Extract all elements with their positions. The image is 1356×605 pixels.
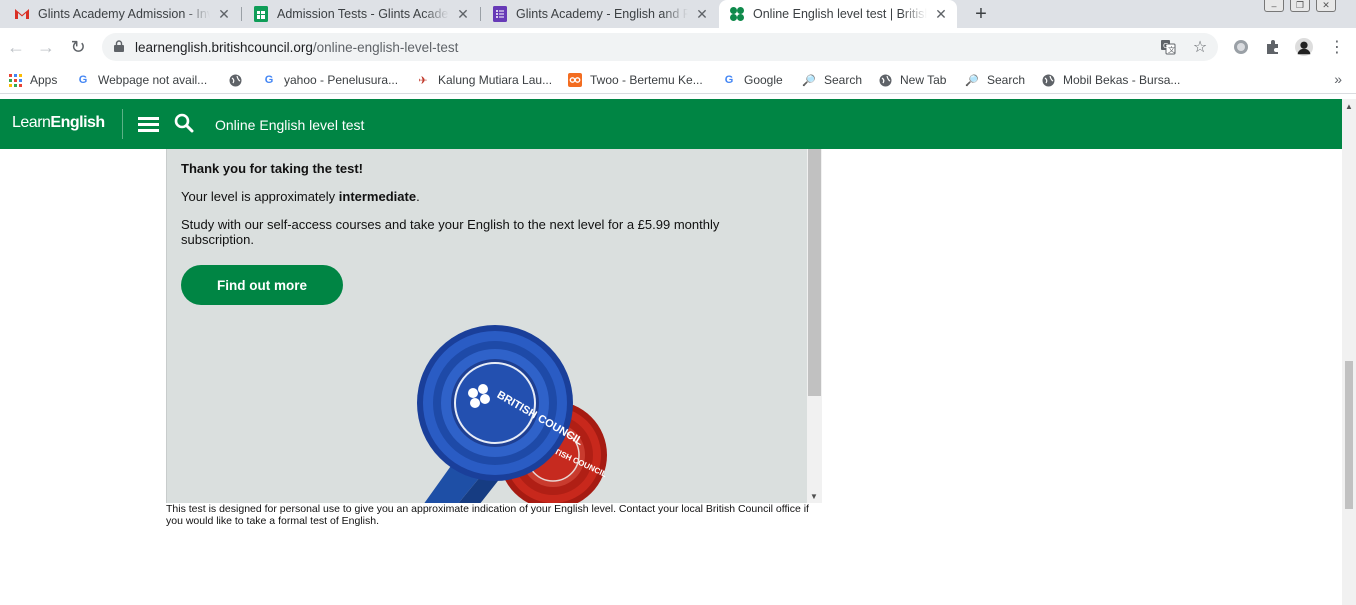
minimize-button[interactable]: – xyxy=(1264,0,1284,12)
quiz-result-frame: Thank you for taking the test! Your leve… xyxy=(166,149,822,503)
forms-icon xyxy=(492,6,508,22)
tab-title: Glints Academy - English and Per xyxy=(516,7,688,21)
tab-gmail[interactable]: Glints Academy Admission - Invit ✕ xyxy=(4,0,240,28)
rosette-image: BRITISH COUNCIL BRITISH COUNCIL xyxy=(417,325,608,503)
result-heading: Thank you for taking the test! xyxy=(181,161,364,176)
window-controls: – ❐ ✕ xyxy=(1264,0,1336,14)
browser-toolbar: ← → ↻ learnenglish.britishcouncil.org/on… xyxy=(0,28,1356,66)
svg-text:文: 文 xyxy=(1168,45,1175,54)
google-icon: G xyxy=(78,74,88,86)
level-value: intermediate xyxy=(338,189,417,204)
window-close-button[interactable]: ✕ xyxy=(1316,0,1336,12)
maximize-button[interactable]: ❐ xyxy=(1290,0,1310,12)
site-logo[interactable]: LearnEnglish xyxy=(12,114,105,132)
bookmark-google[interactable]: G Google xyxy=(722,71,783,89)
frame-scrollbar-thumb[interactable] xyxy=(808,149,821,396)
extension-globe-icon[interactable] xyxy=(1232,38,1250,56)
search-icon[interactable] xyxy=(174,113,194,133)
google-icon: G xyxy=(264,74,274,86)
close-icon[interactable]: ✕ xyxy=(455,6,471,22)
page-scrollbar[interactable]: ▲ xyxy=(1342,99,1356,605)
tab-title: Online English level test | British C xyxy=(753,7,927,21)
kebab-menu-icon[interactable]: ⋮ xyxy=(1328,38,1346,56)
page-viewport: LearnEnglish Online English level test T… xyxy=(0,99,1342,605)
disclaimer-text: This test is designed for personal use t… xyxy=(166,503,809,527)
tab-forms[interactable]: Glints Academy - English and Per ✕ xyxy=(482,0,718,28)
bookmark-new-tab[interactable]: New Tab xyxy=(878,71,946,89)
bookmark-search-2[interactable]: 🔎 Search xyxy=(965,71,1025,89)
back-icon[interactable]: ← xyxy=(6,37,26,57)
close-icon[interactable]: ✕ xyxy=(216,6,232,22)
bookmark-webpage-not-available[interactable]: G Webpage not avail... xyxy=(76,71,207,89)
new-tab-button[interactable]: + xyxy=(970,3,992,25)
apps-grid-icon xyxy=(8,73,22,87)
tab-title: Admission Tests - Glints Academy xyxy=(277,7,449,21)
google-icon: G xyxy=(724,74,734,86)
sheets-icon xyxy=(253,6,269,22)
translate-icon[interactable]: G文 xyxy=(1160,39,1176,55)
study-text: Study with our self-access courses and t… xyxy=(181,217,720,247)
close-icon[interactable]: ✕ xyxy=(694,6,710,22)
close-icon[interactable]: ✕ xyxy=(933,6,949,22)
page-scrollbar-thumb[interactable] xyxy=(1345,361,1353,509)
globe-icon xyxy=(228,73,242,87)
page-title: Online English level test xyxy=(215,117,365,133)
bookmark-twoo[interactable]: Twoo - Bertemu Ke... xyxy=(568,71,703,89)
twoo-icon xyxy=(568,73,582,87)
forward-icon[interactable]: → xyxy=(36,37,56,57)
frame-scrollbar[interactable]: ▼ xyxy=(807,149,822,503)
gmail-icon xyxy=(14,6,30,22)
globe-icon xyxy=(1041,73,1055,87)
url-text: learnenglish.britishcouncil.org/online-e… xyxy=(135,40,459,55)
hamburger-menu-icon[interactable] xyxy=(138,117,159,133)
tab-learnenglish[interactable]: Online English level test | British C ✕ xyxy=(719,0,957,28)
level-text: Your level is approximately intermediate… xyxy=(181,189,420,204)
find-out-more-button[interactable]: Find out more xyxy=(181,265,343,305)
avatar[interactable] xyxy=(1295,38,1313,56)
extensions-puzzle-icon[interactable] xyxy=(1264,38,1282,56)
learnenglish-icon xyxy=(729,6,745,22)
bookmark-kalung-mutiara[interactable]: ✈ Kalung Mutiara Lau... xyxy=(416,71,552,89)
tab-sheets[interactable]: Admission Tests - Glints Academy ✕ xyxy=(243,0,479,28)
bookmark-mobil-bekas[interactable]: Mobil Bekas - Bursa... xyxy=(1041,71,1180,89)
reload-icon[interactable]: ↻ xyxy=(68,37,88,57)
tab-title: Glints Academy Admission - Invit xyxy=(38,7,210,21)
pin-icon: ✈ xyxy=(418,74,428,87)
search-icon: 🔎 xyxy=(965,74,979,87)
bookmarks-bar: Apps G Webpage not avail... G yahoo - Pe… xyxy=(0,66,1356,94)
scroll-up-arrow-icon[interactable]: ▲ xyxy=(1345,102,1353,111)
site-header: LearnEnglish Online English level test xyxy=(0,99,1342,149)
tab-strip: Glints Academy Admission - Invit ✕ Admis… xyxy=(0,0,1356,28)
bookmark-search-1[interactable]: 🔎 Search xyxy=(802,71,862,89)
more-bookmarks-icon[interactable]: » xyxy=(1334,71,1342,87)
header-divider xyxy=(122,109,123,139)
bookmark-apps[interactable]: Apps xyxy=(8,71,57,89)
star-icon[interactable]: ☆ xyxy=(1192,39,1208,56)
search-icon: 🔎 xyxy=(802,74,816,87)
address-bar[interactable]: learnenglish.britishcouncil.org/online-e… xyxy=(102,33,1218,61)
bookmark-globe[interactable] xyxy=(228,71,250,89)
bookmark-yahoo[interactable]: G yahoo - Penelusura... xyxy=(262,71,398,89)
scroll-down-arrow-icon[interactable]: ▼ xyxy=(810,492,818,501)
globe-icon xyxy=(878,73,892,87)
lock-icon xyxy=(114,40,124,52)
